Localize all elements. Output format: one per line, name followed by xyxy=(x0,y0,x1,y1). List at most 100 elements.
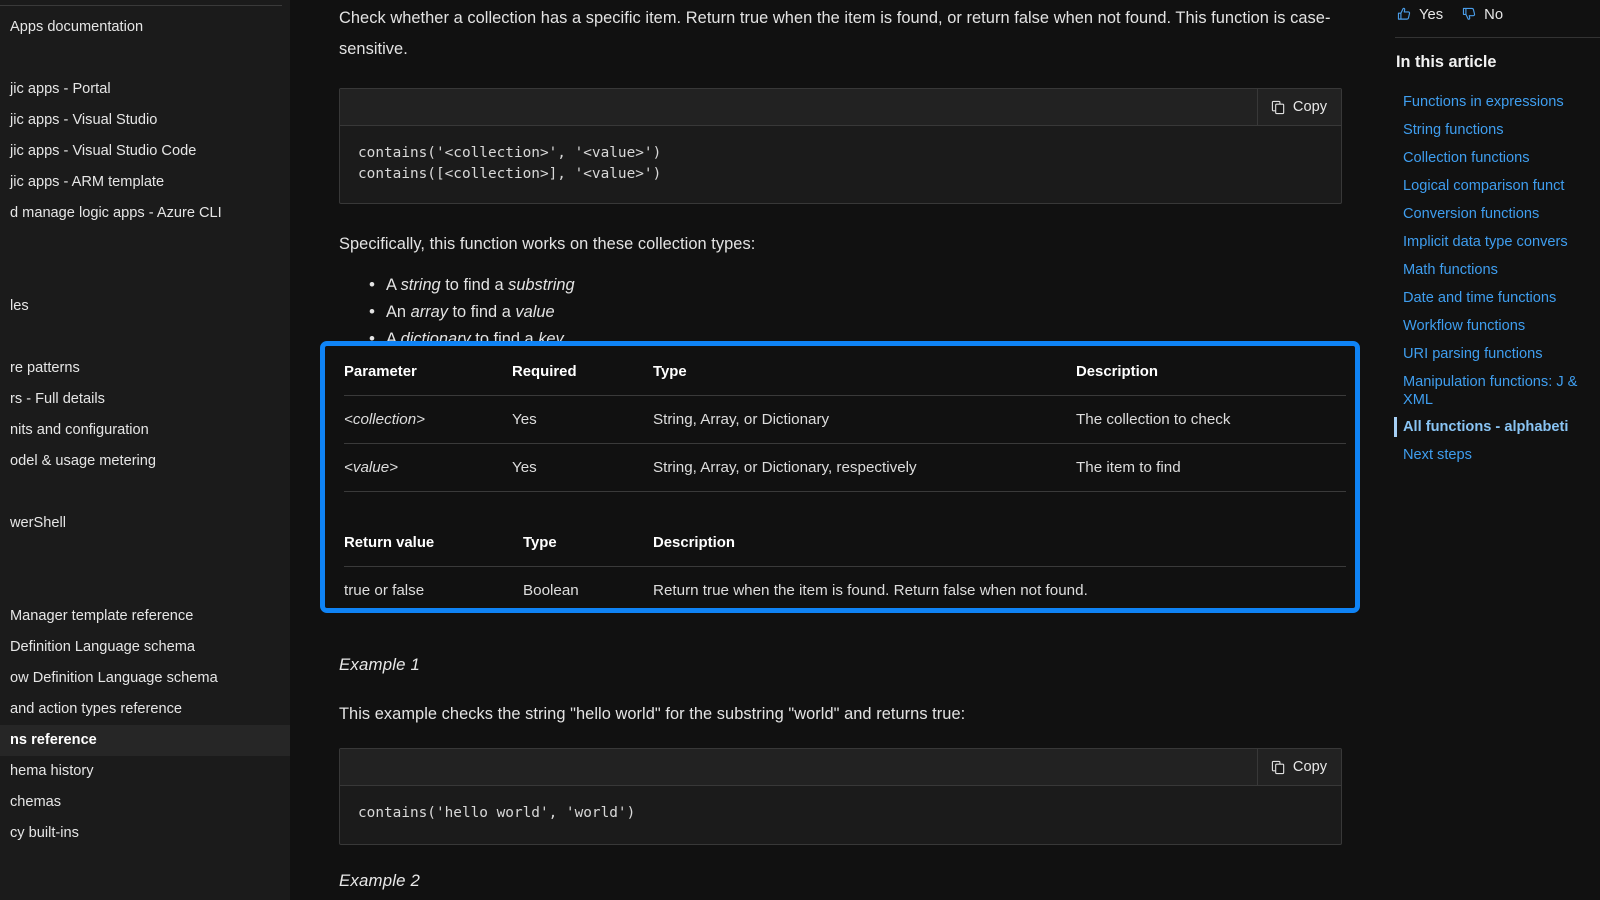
example-1-code-block: Copy contains('hello world', 'world') xyxy=(339,748,1342,845)
highlighted-tables-region: Parameter Required Type Description <col… xyxy=(320,341,1360,613)
sidebar-nav-item[interactable]: chemas xyxy=(0,787,290,818)
sidebar-nav-item[interactable]: ns reference xyxy=(0,725,290,756)
sidebar-nav-item[interactable]: jic apps - Visual Studio xyxy=(0,105,290,136)
type-text-middle: to find a xyxy=(447,303,516,321)
column-header-parameter: Parameter xyxy=(344,348,512,396)
type-text-prefix: A xyxy=(386,276,401,294)
cell-description: The collection to check xyxy=(1076,395,1346,444)
type-text-prefix: An xyxy=(386,303,411,321)
sidebar-nav-item[interactable]: les xyxy=(0,291,290,322)
sidebar-nav-item[interactable]: Definition Language schema xyxy=(0,632,290,663)
collection-type-item: An array to find a value xyxy=(369,298,1349,326)
sidebar-nav-item[interactable]: hema history xyxy=(0,756,290,787)
toc-item[interactable]: Date and time functions xyxy=(1380,284,1600,312)
cell-type: String, Array, or Dictionary, respective… xyxy=(653,443,1076,492)
sidebar-nav-item[interactable]: werShell xyxy=(0,508,290,539)
cell-parameter: <collection> xyxy=(344,395,512,444)
copy-button[interactable]: Copy xyxy=(1256,89,1341,125)
copy-button-label: Copy xyxy=(1292,99,1327,115)
syntax-code-text: contains('<collection>', '<value>') cont… xyxy=(358,145,662,182)
documentation-page: Apps documentation jic apps - Portal jic a… xyxy=(0,0,1600,900)
cell-return-type: Boolean xyxy=(523,582,579,599)
sidebar-nav-item[interactable]: jic apps - Portal xyxy=(0,74,290,105)
syntax-code-block: Copy contains('<collection>', '<value>')… xyxy=(339,88,1342,204)
column-header-return-value: Return value xyxy=(344,519,523,567)
cell-return-value: true or false xyxy=(344,582,425,599)
toc-item[interactable]: Workflow functions xyxy=(1380,312,1600,340)
toc-item[interactable]: Logical comparison funct xyxy=(1380,172,1600,200)
sidebar-nav-item[interactable]: Manager template reference xyxy=(0,601,290,632)
toc-item[interactable]: All functions - alphabeti xyxy=(1380,413,1600,441)
toc-item[interactable]: Collection functions xyxy=(1380,144,1600,172)
in-this-article-sidebar: Yes No In this article Functions in expr… xyxy=(1380,0,1600,900)
sidebar-spacer xyxy=(0,570,290,601)
sidebar-spacer xyxy=(0,322,290,353)
toc-item[interactable]: String functions xyxy=(1380,116,1600,144)
toc-item[interactable]: Manipulation functions: J & XML xyxy=(1380,368,1600,413)
column-header-description: Description xyxy=(1076,348,1346,396)
collection-type-item: A string to find a substring xyxy=(369,271,1349,299)
table-row: true or false Boolean Return true when t… xyxy=(344,567,1346,615)
sidebar-nav-item[interactable]: rs - Full details xyxy=(0,384,290,415)
toc-item[interactable]: Next steps xyxy=(1380,441,1600,469)
feedback-no-button[interactable]: No xyxy=(1461,6,1503,23)
toc-title: In this article xyxy=(1396,53,1497,71)
sidebar-nav-item[interactable]: d manage logic apps - Azure CLI xyxy=(0,198,290,229)
sidebar-nav-item[interactable]: re patterns xyxy=(0,353,290,384)
feedback-yes-button[interactable]: Yes xyxy=(1396,6,1443,23)
sidebar-spacer xyxy=(0,260,290,291)
article-main-content: Check whether a collection has a specifi… xyxy=(290,0,1380,900)
copy-button[interactable]: Copy xyxy=(1256,749,1341,785)
column-header-type: Type xyxy=(653,348,1076,396)
sidebar-spacer xyxy=(0,229,290,260)
cell-parameter: <value> xyxy=(344,443,512,492)
sidebar-nav-item[interactable]: ow Definition Language schema xyxy=(0,663,290,694)
cell-description: The item to find xyxy=(1076,443,1346,492)
type-emphasis-primary: array xyxy=(410,303,448,321)
column-header-return-description: Description xyxy=(653,519,1346,567)
sidebar-nav-item[interactable]: nits and configuration xyxy=(0,415,290,446)
column-header-return-type: Type xyxy=(523,519,653,567)
sidebar-top-divider xyxy=(0,5,282,6)
sidebar-nav-item[interactable]: odel & usage metering xyxy=(0,446,290,477)
toc-list: Functions in expressions String functions… xyxy=(1380,88,1600,469)
toc-item[interactable]: Functions in expressions xyxy=(1380,88,1600,116)
sidebar-spacer xyxy=(0,477,290,508)
cell-required: Yes xyxy=(512,395,653,444)
toc-item[interactable]: URI parsing functions xyxy=(1380,340,1600,368)
type-text-middle: to find a xyxy=(440,276,509,294)
example-1-description: This example checks the string "hello wo… xyxy=(339,705,966,723)
copy-button-label: Copy xyxy=(1292,759,1327,775)
cell-type: String, Array, or Dictionary xyxy=(653,395,1076,444)
cell-required: Yes xyxy=(512,443,653,492)
copy-icon xyxy=(1271,100,1286,115)
toc-item[interactable]: Math functions xyxy=(1380,256,1600,284)
example-1-heading: Example 1 xyxy=(339,655,421,674)
sidebar-nav-item[interactable]: cy built-ins xyxy=(0,818,290,849)
sidebar-spacer xyxy=(0,539,290,570)
copy-icon xyxy=(1271,760,1286,775)
parameters-table: Parameter Required Type Description <col… xyxy=(344,348,1346,492)
sidebar-spacer xyxy=(0,43,290,74)
sidebar-nav-item[interactable]: jic apps - ARM template xyxy=(0,167,290,198)
example-1-code-text: contains('hello world', 'world') xyxy=(358,805,636,821)
table-row: <value> Yes String, Array, or Dictionary… xyxy=(344,443,1346,492)
sidebar-nav-list: Apps documentation jic apps - Portal jic a… xyxy=(0,12,290,849)
feedback-no-label: No xyxy=(1484,6,1504,23)
code-block-header: Copy xyxy=(340,749,1341,786)
type-emphasis-secondary: substring xyxy=(508,276,575,294)
code-block-header: Copy xyxy=(340,89,1341,126)
cell-return-description: Return true when the item is found. Retu… xyxy=(653,582,1088,599)
sidebar-nav-item[interactable]: Apps documentation xyxy=(0,12,290,43)
left-navigation-sidebar[interactable]: Apps documentation jic apps - Portal jic a… xyxy=(0,0,290,900)
type-emphasis-primary: string xyxy=(400,276,441,294)
sidebar-nav-item[interactable]: and action types reference xyxy=(0,694,290,725)
example-2-heading: Example 2 xyxy=(339,870,421,890)
column-header-required: Required xyxy=(512,348,653,396)
toc-item[interactable]: Implicit data type convers xyxy=(1380,228,1600,256)
return-value-table: Return value Type Description true or fa… xyxy=(344,519,1346,614)
article-body: Check whether a collection has a specifi… xyxy=(339,0,1349,353)
toc-item[interactable]: Conversion functions xyxy=(1380,200,1600,228)
sidebar-nav-item[interactable]: jic apps - Visual Studio Code xyxy=(0,136,290,167)
feedback-yes-label: Yes xyxy=(1419,6,1444,23)
